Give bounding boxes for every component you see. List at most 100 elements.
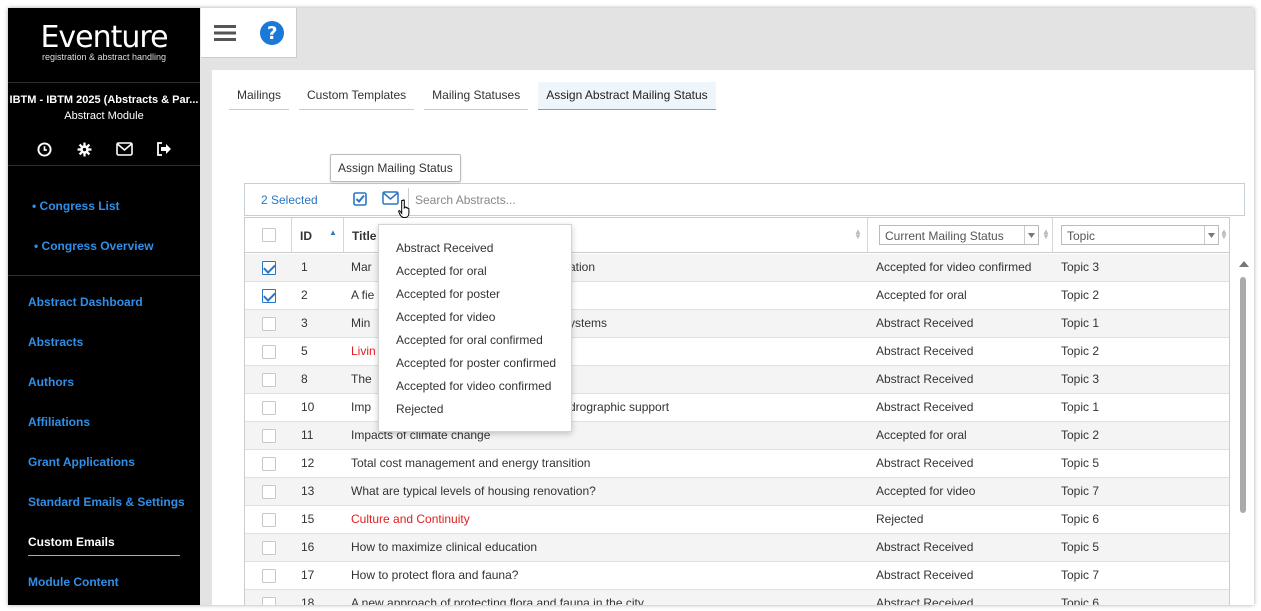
row-select-cell: [245, 422, 292, 450]
header-id[interactable]: ID ▲: [292, 218, 344, 253]
mail-icon: [382, 191, 399, 205]
row-mailing-status: Rejected: [876, 512, 924, 526]
tab-mailing-statuses[interactable]: Mailing Statuses: [424, 82, 529, 110]
row-title[interactable]: How to protect flora and fauna?: [351, 562, 861, 590]
status-filter-label: Current Mailing Status: [885, 229, 1004, 243]
status-filter-select[interactable]: Current Mailing Status: [879, 225, 1039, 245]
row-topic: Topic 1: [1061, 400, 1100, 414]
chevron-down-icon: [1024, 226, 1038, 244]
sidebar-item-standard-emails[interactable]: Standard Emails & Settings: [28, 495, 185, 509]
select-checkbox-icon[interactable]: [353, 192, 367, 209]
row-checkbox[interactable]: [262, 345, 276, 359]
clock-icon[interactable]: [35, 140, 53, 158]
row-checkbox[interactable]: [262, 513, 276, 527]
divider: [8, 275, 200, 276]
tab-assign-abstract-mailing-status[interactable]: Assign Abstract Mailing Status: [538, 82, 716, 110]
row-id: 2: [301, 288, 308, 302]
sidebar-item-grant-applications[interactable]: Grant Applications: [28, 455, 135, 469]
congress-name: IBTM - IBTM 2025 (Abstracts & Par...: [9, 94, 199, 106]
row-checkbox[interactable]: [262, 569, 276, 583]
tab-bar: Mailings Custom Templates Mailing Status…: [229, 82, 726, 110]
row-title[interactable]: Culture and Continuity: [351, 506, 861, 534]
logo-title: Eventure: [40, 20, 168, 55]
table-row[interactable]: 17 How to protect flora and fauna? Abstrac…: [245, 562, 1229, 590]
hamburger-icon: [213, 25, 236, 41]
sidebar-icon-bar: [8, 140, 200, 158]
table-row[interactable]: 12 Total cost management and energy trans…: [245, 450, 1229, 478]
row-checkbox[interactable]: [262, 597, 276, 605]
row-title-remainder: zation: [563, 260, 596, 274]
help-button[interactable]: ?: [249, 8, 297, 58]
row-title[interactable]: Total cost management and energy transit…: [351, 450, 861, 478]
header-select-all-cell: [245, 218, 292, 253]
row-checkbox[interactable]: [262, 317, 276, 331]
sidebar-item-affiliations[interactable]: Affiliations: [28, 415, 90, 429]
logout-icon[interactable]: [155, 140, 173, 158]
grid-scrollbar[interactable]: [1237, 255, 1250, 605]
table-row[interactable]: 16 How to maximize clinical education Abst…: [245, 534, 1229, 562]
row-topic: Topic 6: [1061, 512, 1100, 526]
dropdown-item-rejected[interactable]: Rejected: [379, 398, 571, 421]
table-row[interactable]: 15 Culture and Continuity Rejected Topic 6: [245, 506, 1229, 534]
row-checkbox[interactable]: [262, 261, 276, 275]
row-mailing-status: Accepted for oral: [876, 428, 967, 442]
chevron-down-icon: [1204, 226, 1218, 244]
dropdown-item-abstract-received[interactable]: Abstract Received: [379, 237, 571, 260]
topic-filter-label: Topic: [1067, 229, 1096, 243]
table-row[interactable]: 18 A new approach of protecting flora and…: [245, 590, 1229, 605]
row-checkbox[interactable]: [262, 457, 276, 471]
scroll-up-arrow-icon[interactable]: [1239, 261, 1249, 267]
dropdown-item-accepted-video[interactable]: Accepted for video: [379, 306, 571, 329]
row-title[interactable]: How to maximize clinical education: [351, 534, 861, 562]
row-topic: Topic 6: [1061, 596, 1100, 605]
row-checkbox[interactable]: [262, 541, 276, 555]
row-id: 11: [301, 428, 314, 442]
search-input[interactable]: [408, 188, 808, 212]
row-topic: Topic 2: [1061, 288, 1100, 302]
sidebar-item-congress-list[interactable]: • Congress List: [32, 199, 120, 213]
row-mailing-status: Abstract Received: [876, 568, 974, 582]
row-mailing-status: Accepted for oral: [876, 288, 967, 302]
row-title[interactable]: A new approach of protecting flora and f…: [351, 590, 861, 605]
row-checkbox[interactable]: [262, 429, 276, 443]
row-mailing-status: Abstract Received: [876, 456, 974, 470]
gear-icon[interactable]: [75, 140, 93, 158]
row-id: 10: [301, 400, 315, 414]
sidebar-item-abstracts[interactable]: Abstracts: [28, 335, 83, 349]
sidebar-item-custom-emails[interactable]: Custom Emails: [28, 535, 115, 549]
tab-custom-templates[interactable]: Custom Templates: [299, 82, 415, 110]
row-mailing-status: Abstract Received: [876, 372, 974, 386]
selected-count: 2 Selected: [261, 193, 318, 207]
row-topic: Topic 2: [1061, 428, 1100, 442]
row-checkbox[interactable]: [262, 373, 276, 387]
assign-mailing-status-button[interactable]: [382, 191, 399, 208]
dropdown-item-accepted-video-confirmed[interactable]: Accepted for video confirmed: [379, 375, 571, 398]
row-checkbox[interactable]: [262, 401, 276, 415]
header-id-label: ID: [300, 229, 312, 243]
logo-subtitle: registration & abstract handling: [41, 52, 167, 62]
sidebar-item-congress-overview[interactable]: • Congress Overview: [34, 239, 154, 253]
row-select-cell: [245, 590, 292, 605]
row-select-cell: [245, 366, 292, 394]
tab-mailings[interactable]: Mailings: [229, 82, 290, 110]
scroll-thumb[interactable]: [1240, 277, 1246, 513]
select-all-checkbox[interactable]: [262, 228, 276, 242]
mail-icon[interactable]: [115, 140, 133, 158]
sidebar-item-module-content[interactable]: Module Content: [28, 575, 119, 589]
row-checkbox[interactable]: [262, 289, 276, 303]
sidebar-item-authors[interactable]: Authors: [28, 375, 74, 389]
menu-button[interactable]: [201, 8, 249, 58]
dropdown-item-accepted-poster[interactable]: Accepted for poster: [379, 283, 571, 306]
row-id: 15: [301, 512, 315, 526]
topic-filter-select[interactable]: Topic: [1061, 225, 1219, 245]
dropdown-item-accepted-oral[interactable]: Accepted for oral: [379, 260, 571, 283]
dropdown-item-accepted-poster-confirmed[interactable]: Accepted for poster confirmed: [379, 352, 571, 375]
sidebar-item-abstract-dashboard[interactable]: Abstract Dashboard: [28, 295, 143, 309]
row-id: 13: [301, 484, 315, 498]
row-checkbox[interactable]: [262, 485, 276, 499]
dropdown-item-accepted-oral-confirmed[interactable]: Accepted for oral confirmed: [379, 329, 571, 352]
row-topic: Topic 3: [1061, 372, 1100, 386]
table-row[interactable]: 13 What are typical levels of housing ren…: [245, 478, 1229, 506]
row-select-cell: [245, 534, 292, 562]
row-title[interactable]: What are typical levels of housing renov…: [351, 478, 861, 506]
